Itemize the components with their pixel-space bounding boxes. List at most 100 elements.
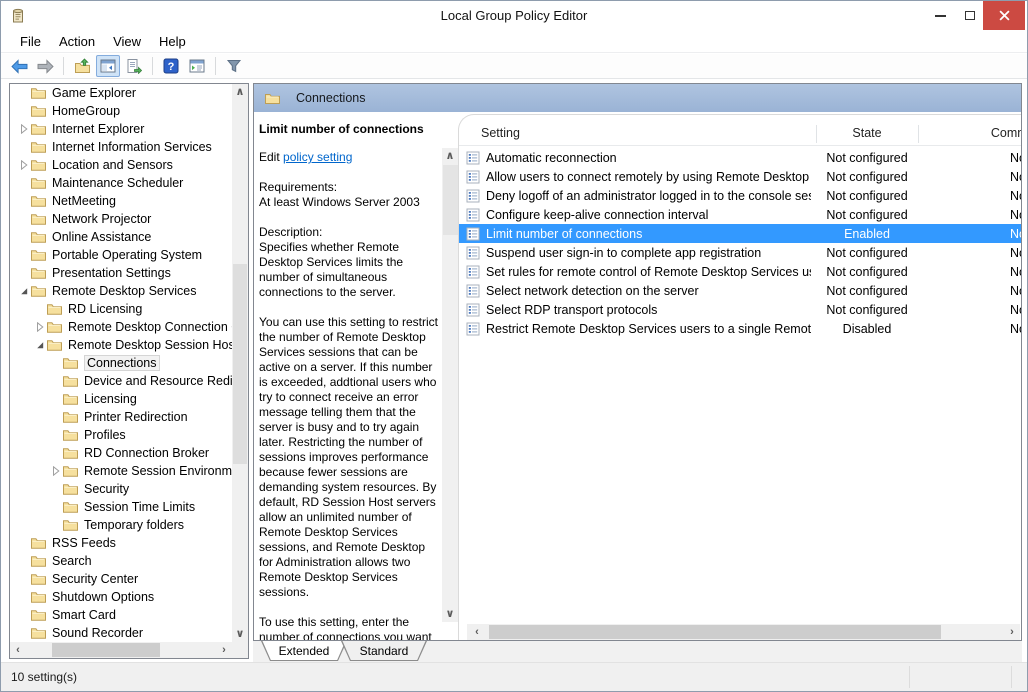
toolbar: ? [1,54,1027,79]
description-vertical-scrollbar[interactable]: ∧ ∨ [442,148,459,622]
tree-item-label: Search [52,554,92,568]
setting-row-set-rules-for-remote-control-of-remote-d[interactable]: Set rules for remote control of Remote D… [459,262,1022,281]
show-console-tree-icon [100,58,116,74]
tree-item-rss-feeds[interactable]: RSS Feeds [10,534,232,552]
tree-vscroll-thumb[interactable] [233,264,247,464]
chevron-right-icon[interactable] [50,465,62,477]
view-tabs: ExtendedStandard [253,641,1022,663]
tree-item-maintenance-scheduler[interactable]: Maintenance Scheduler [10,174,232,192]
chevron-right-icon[interactable] [18,123,30,135]
tab-standard[interactable]: Standard [341,641,427,661]
tree-item-profiles[interactable]: Profiles [10,426,232,444]
tree-item-smart-card[interactable]: Smart Card [10,606,232,624]
tree-item-sound-recorder[interactable]: Sound Recorder [10,624,232,642]
policy-setting-link[interactable]: policy setting [283,150,352,164]
list-hscroll-thumb[interactable] [489,625,941,639]
back-button[interactable] [7,55,31,77]
tree-item-shutdown-options[interactable]: Shutdown Options [10,588,232,606]
scroll-down-icon[interactable]: ∨ [232,626,248,642]
tree-item-network-projector[interactable]: Network Projector [10,210,232,228]
setting-row-restrict-remote-desktop-services-users-t[interactable]: Restrict Remote Desktop Services users t… [459,319,1022,338]
minimize-button[interactable] [923,1,957,30]
scroll-up-icon[interactable]: ∧ [232,84,248,100]
export-list-button[interactable] [122,55,146,77]
tree-item-rd-licensing[interactable]: RD Licensing [10,300,232,318]
menu-item-help[interactable]: Help [150,32,195,51]
setting-row-allow-users-to-connect-remotely-by-using[interactable]: Allow users to connect remotely by using… [459,167,1022,186]
menu-item-file[interactable]: File [11,32,50,51]
title-bar: Local Group Policy Editor [1,1,1027,31]
tree-item-device-and-resource-redirection[interactable]: Device and Resource Redirection [10,372,232,390]
tree-item-portable-operating-system[interactable]: Portable Operating System [10,246,232,264]
setting-row-suspend-user-sign-in-to-complete-app-reg[interactable]: Suspend user sign-in to complete app reg… [459,243,1022,262]
setting-row-automatic-reconnection[interactable]: Automatic reconnectionNot configuredNo [459,148,1022,167]
setting-row-select-rdp-transport-protocols[interactable]: Select RDP transport protocolsNot config… [459,300,1022,319]
policy-setting-icon [466,284,480,298]
scroll-right-icon[interactable]: › [216,642,232,658]
chevron-expanded-icon[interactable] [18,285,30,297]
tree-item-presentation-settings[interactable]: Presentation Settings [10,264,232,282]
tree-item-remote-desktop-services[interactable]: Remote Desktop Services [10,282,232,300]
setting-name: Restrict Remote Desktop Services users t… [486,322,811,336]
tree-item-game-explorer[interactable]: Game Explorer [10,84,232,102]
tree-item-remote-session-environment[interactable]: Remote Session Environment [10,462,232,480]
show-console-tree-button[interactable] [96,55,120,77]
tree-item-location-and-sensors[interactable]: Location and Sensors [10,156,232,174]
setting-row-configure-keep-alive-connection-interval[interactable]: Configure keep-alive connection interval… [459,205,1022,224]
tree-hscroll-thumb[interactable] [52,643,160,657]
setting-comment: No [918,151,1022,165]
menu-item-action[interactable]: Action [50,32,104,51]
tree-item-netmeeting[interactable]: NetMeeting [10,192,232,210]
tree-item-temporary-folders[interactable]: Temporary folders [10,516,232,534]
tree-horizontal-scrollbar[interactable]: ‹ › [10,642,232,658]
setting-state: Not configured [816,265,918,279]
description-vscroll-thumb[interactable] [443,165,458,235]
tree-item-remote-desktop-session-host[interactable]: Remote Desktop Session Host [10,336,232,354]
tree-item-printer-redirection[interactable]: Printer Redirection [10,408,232,426]
tree-vertical-scrollbar[interactable]: ∧ ∨ [232,84,248,642]
scroll-up-icon[interactable]: ∧ [442,148,458,164]
show-properties-button[interactable] [185,55,209,77]
column-header-state[interactable]: State [816,126,918,140]
setting-state: Not configured [816,284,918,298]
column-header-comment[interactable]: Comment [918,126,1022,140]
column-divider[interactable] [918,125,919,143]
chevron-right-icon[interactable] [34,321,46,333]
setting-row-select-network-detection-on-the-server[interactable]: Select network detection on the serverNo… [459,281,1022,300]
column-header-setting[interactable]: Setting [481,126,520,140]
setting-row-deny-logoff-of-an-administrator-logged-i[interactable]: Deny logoff of an administrator logged i… [459,186,1022,205]
scroll-down-icon[interactable]: ∨ [442,606,458,622]
tree-item-remote-desktop-connection-client[interactable]: Remote Desktop Connection Client [10,318,232,336]
tree-item-label: Printer Redirection [84,410,188,424]
tree-item-security[interactable]: Security [10,480,232,498]
close-button[interactable] [983,1,1025,30]
up-one-level-button[interactable] [70,55,94,77]
folder-icon [46,302,63,316]
window-title: Local Group Policy Editor [1,8,1027,23]
tree-item-search[interactable]: Search [10,552,232,570]
tree-item-connections[interactable]: Connections [10,354,232,372]
column-divider[interactable] [816,125,817,143]
tree-item-homegroup[interactable]: HomeGroup [10,102,232,120]
filter-button[interactable] [222,55,246,77]
tree-item-internet-information-services[interactable]: Internet Information Services [10,138,232,156]
tree-item-rd-connection-broker[interactable]: RD Connection Broker [10,444,232,462]
tab-extended[interactable]: Extended [261,641,347,661]
tree-item-online-assistance[interactable]: Online Assistance [10,228,232,246]
tree-item-security-center[interactable]: Security Center [10,570,232,588]
chevron-expanded-icon[interactable] [34,339,46,351]
maximize-button[interactable] [957,1,983,30]
setting-row-limit-number-of-connections[interactable]: Limit number of connectionsEnabledNo [459,224,1022,243]
tree-item-session-time-limits[interactable]: Session Time Limits [10,498,232,516]
scroll-left-icon[interactable]: ‹ [469,624,485,640]
tree-item-internet-explorer[interactable]: Internet Explorer [10,120,232,138]
scroll-right-icon[interactable]: › [1004,624,1020,640]
forward-button[interactable] [33,55,57,77]
chevron-right-icon[interactable] [18,159,30,171]
menu-item-view[interactable]: View [104,32,150,51]
tree-item-licensing[interactable]: Licensing [10,390,232,408]
list-horizontal-scrollbar[interactable]: ‹ › [467,624,1020,640]
scroll-left-icon[interactable]: ‹ [10,642,26,658]
help-button[interactable]: ? [159,55,183,77]
edit-prefix: Edit [259,150,283,164]
